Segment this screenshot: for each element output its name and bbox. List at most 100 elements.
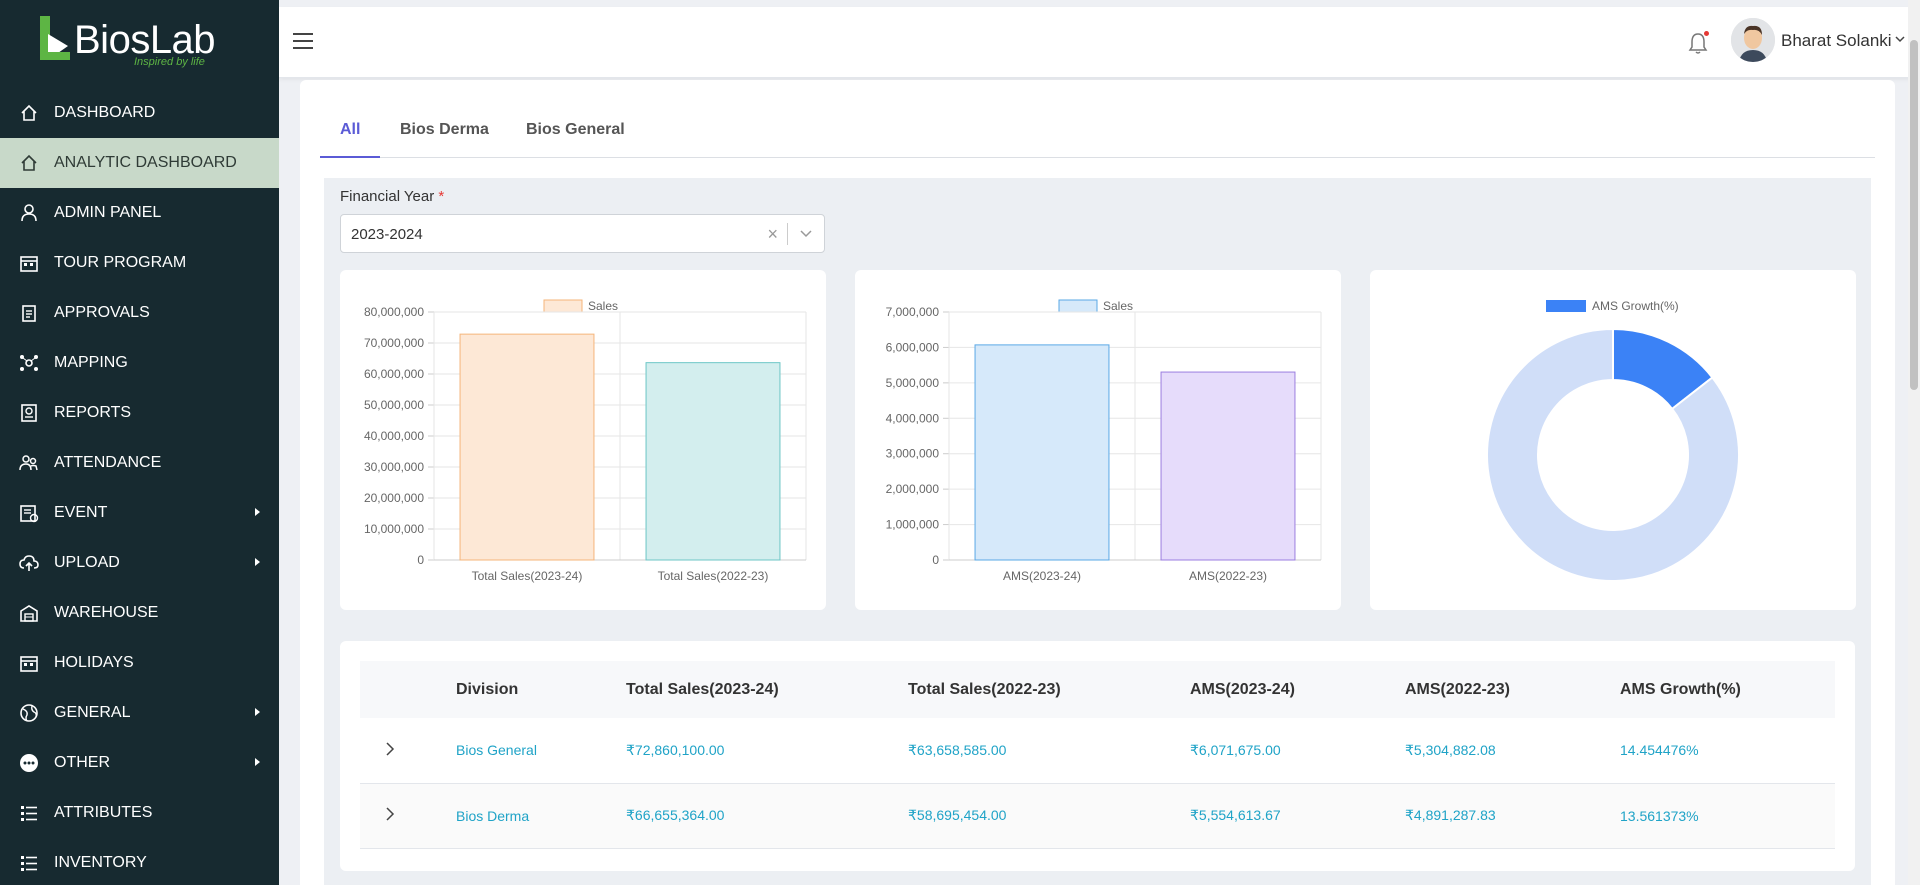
y-tick-label: 1,000,000 bbox=[886, 518, 940, 532]
sidebar-item-holidays[interactable]: HOLIDAYS bbox=[0, 638, 279, 688]
scrollbar-thumb[interactable] bbox=[1910, 40, 1918, 390]
sidebar-item-label: GENERAL bbox=[54, 704, 131, 721]
sidebar-item-upload[interactable]: UPLOAD bbox=[0, 538, 279, 588]
sidebar-item-label: HOLIDAYS bbox=[54, 654, 134, 671]
expand-row-button[interactable] bbox=[360, 718, 456, 783]
cell-total-sales-2023-24: ₹72,860,100.00 bbox=[626, 741, 725, 758]
cell-total-sales-2022-23: ₹58,695,454.00 bbox=[908, 807, 1007, 823]
sidebar-item-other[interactable]: OTHER bbox=[0, 738, 279, 788]
required-mark: * bbox=[438, 188, 445, 205]
people-icon bbox=[18, 452, 40, 474]
sidebar-item-attendance[interactable]: ATTENDANCE bbox=[0, 438, 279, 488]
sidebar: BiosLab Inspired by life DASHBOARD ANALYT… bbox=[0, 0, 279, 885]
sidebar-item-label: ATTRIBUTES bbox=[54, 804, 153, 821]
sidebar-item-reports[interactable]: REPORTS bbox=[0, 388, 279, 438]
sidebar-item-admin-panel[interactable]: ADMIN PANEL bbox=[0, 188, 279, 238]
legend-swatch bbox=[1058, 299, 1098, 313]
event-icon bbox=[18, 502, 40, 524]
cell-ams-2022-23: ₹5,304,882.08 bbox=[1405, 741, 1496, 758]
sidebar-item-event[interactable]: EVENT bbox=[0, 488, 279, 538]
y-tick-label: 6,000,000 bbox=[886, 340, 940, 354]
financial-year-select[interactable]: 2023-2024 × bbox=[340, 214, 825, 253]
chevron-right-icon[interactable] bbox=[384, 807, 396, 821]
avatar[interactable] bbox=[1731, 18, 1775, 62]
y-tick-label: 4,000,000 bbox=[886, 411, 940, 425]
y-tick-label: 2,000,000 bbox=[886, 482, 940, 496]
clear-selection-icon[interactable]: × bbox=[767, 224, 778, 245]
chevron-down-icon[interactable] bbox=[800, 230, 812, 238]
calendar-icon bbox=[18, 252, 40, 274]
page-scrollbar[interactable] bbox=[1908, 0, 1920, 885]
tab-bios-derma[interactable]: Bios Derma bbox=[380, 114, 509, 158]
home-icon bbox=[18, 152, 40, 174]
division-table-card: Division Total Sales(2023-24) Total Sale… bbox=[340, 641, 1855, 871]
division-tabs: All Bios Derma Bios General bbox=[320, 114, 1875, 158]
x-tick-label: AMS(2022-23) bbox=[1189, 569, 1267, 583]
cell-ams-2023-24: ₹6,071,675.00 bbox=[1190, 741, 1281, 758]
table-row: Bios General ₹72,860,100.00 ₹63,658,585.… bbox=[360, 718, 1835, 783]
division-link[interactable]: Bios General bbox=[456, 718, 626, 783]
y-tick-label: 80,000,000 bbox=[364, 305, 424, 319]
table-row: Bios Derma ₹66,655,364.00 ₹58,695,454.00… bbox=[360, 783, 1835, 848]
ams-chart: Sales 0 1,000,000 2,000,000 3,000,000 4,000,0… bbox=[886, 299, 1322, 583]
cell-ams-growth: 13.561373% bbox=[1620, 807, 1699, 824]
y-tick-label: 70,000,000 bbox=[364, 336, 424, 350]
table-header-row: Division Total Sales(2023-24) Total Sale… bbox=[360, 661, 1835, 718]
sidebar-item-label: WAREHOUSE bbox=[54, 604, 159, 621]
chevron-right-icon bbox=[255, 708, 260, 716]
list-icon bbox=[18, 802, 40, 824]
sidebar-item-approvals[interactable]: APPROVALS bbox=[0, 288, 279, 338]
y-tick-label: 20,000,000 bbox=[364, 491, 424, 505]
calendar-icon bbox=[18, 652, 40, 674]
expand-row-button[interactable] bbox=[360, 783, 456, 848]
home-icon bbox=[18, 102, 40, 124]
user-icon bbox=[18, 202, 40, 224]
logo[interactable]: BiosLab Inspired by life bbox=[0, 0, 279, 88]
header-ams-2022-23: AMS(2022-23) bbox=[1405, 680, 1510, 698]
main-card: All Bios Derma Bios General Financial Ye… bbox=[300, 80, 1895, 885]
hamburger-menu-icon[interactable] bbox=[293, 32, 313, 50]
chevron-right-icon bbox=[255, 758, 260, 766]
sidebar-item-tour-program[interactable]: TOUR PROGRAM bbox=[0, 238, 279, 288]
sidebar-item-label: OTHER bbox=[54, 754, 110, 771]
tab-bios-general[interactable]: Bios General bbox=[506, 114, 645, 158]
y-tick-label: 0 bbox=[932, 553, 939, 567]
total-sales-chart: Sales 0 10,000,000 20,000,000 30,000,000 40,0… bbox=[364, 299, 807, 583]
total-sales-chart-card: Sales 0 10,000,000 20,000,000 30,000,000 40,0… bbox=[340, 270, 826, 610]
chevron-right-icon[interactable] bbox=[384, 742, 396, 756]
sidebar-item-analytic-dashboard[interactable]: ANALYTIC DASHBOARD bbox=[0, 138, 279, 188]
header-ams-2023-24: AMS(2023-24) bbox=[1190, 680, 1295, 698]
financial-year-value: 2023-2024 bbox=[351, 226, 423, 243]
bar bbox=[645, 362, 781, 561]
sidebar-item-inventory[interactable]: INVENTORY bbox=[0, 838, 279, 885]
sidebar-item-label: ADMIN PANEL bbox=[54, 204, 162, 221]
y-tick-label: 10,000,000 bbox=[364, 522, 424, 536]
globe-icon bbox=[18, 702, 40, 724]
sidebar-item-mapping[interactable]: MAPPING bbox=[0, 338, 279, 388]
legend-label: Sales bbox=[588, 299, 618, 313]
x-tick-label: Total Sales(2022-23) bbox=[658, 569, 769, 583]
sidebar-nav: DASHBOARD ANALYTIC DASHBOARD ADMIN PANEL TO… bbox=[0, 88, 279, 885]
user-name[interactable]: Bharat Solanki bbox=[1781, 31, 1892, 51]
sidebar-item-warehouse[interactable]: WAREHOUSE bbox=[0, 588, 279, 638]
y-tick-label: 0 bbox=[417, 553, 424, 567]
cell-ams-growth: 14.454476% bbox=[1620, 742, 1699, 759]
y-tick-label: 40,000,000 bbox=[364, 429, 424, 443]
sidebar-item-label: DASHBOARD bbox=[54, 104, 156, 121]
sidebar-item-dashboard[interactable]: DASHBOARD bbox=[0, 88, 279, 138]
chevron-right-icon bbox=[255, 558, 260, 566]
y-tick-label: 7,000,000 bbox=[886, 305, 940, 319]
header-total-sales-2022-23: Total Sales(2022-23) bbox=[908, 680, 1061, 698]
chevron-down-icon[interactable] bbox=[1895, 35, 1905, 43]
legend-label: Sales bbox=[1103, 299, 1133, 313]
cell-total-sales-2022-23: ₹63,658,585.00 bbox=[908, 741, 1007, 758]
tab-all[interactable]: All bbox=[320, 114, 381, 158]
sidebar-item-label: ANALYTIC DASHBOARD bbox=[54, 154, 237, 171]
sidebar-item-label: ATTENDANCE bbox=[54, 454, 162, 471]
x-tick-label: Total Sales(2023-24) bbox=[472, 569, 583, 583]
ams-growth-chart: AMS Growth(%) bbox=[1486, 299, 1740, 582]
division-link[interactable]: Bios Derma bbox=[456, 783, 626, 848]
ams-chart-card: Sales 0 1,000,000 2,000,000 3,000,000 4,000,0… bbox=[855, 270, 1341, 610]
sidebar-item-general[interactable]: GENERAL bbox=[0, 688, 279, 738]
sidebar-item-attributes[interactable]: ATTRIBUTES bbox=[0, 788, 279, 838]
